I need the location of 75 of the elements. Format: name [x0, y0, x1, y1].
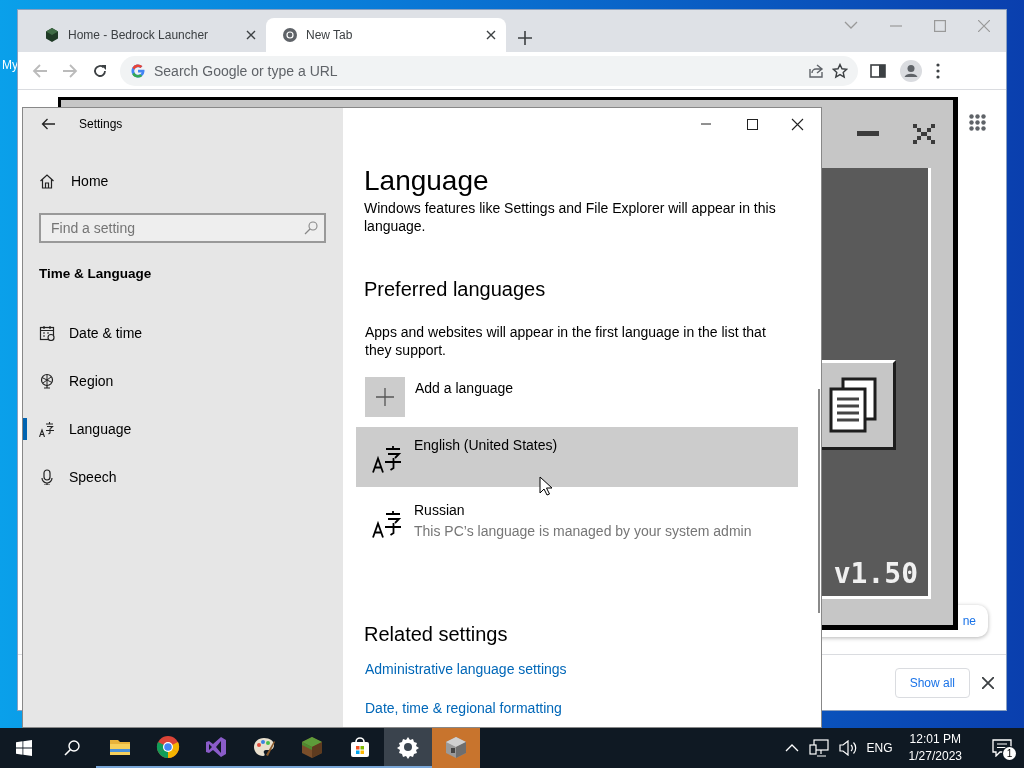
desktop-icon-label: My	[2, 58, 18, 72]
close-icon[interactable]	[913, 124, 935, 144]
search-icon[interactable]	[64, 740, 80, 756]
minimize-icon[interactable]	[857, 131, 879, 137]
language-icon	[372, 445, 402, 473]
browser-tab[interactable]: New Tab	[266, 18, 506, 52]
language-name: English (United States)	[414, 437, 558, 454]
plus-icon	[365, 377, 405, 417]
cube-icon	[44, 27, 60, 43]
close-icon[interactable]	[246, 30, 256, 40]
close-icon[interactable]	[486, 30, 496, 40]
cube-icon	[444, 735, 468, 759]
language-icon	[39, 421, 55, 437]
language-row[interactable]: English (United States)	[356, 427, 798, 487]
language-name: Russian	[414, 502, 466, 519]
add-language-button[interactable]: Add a language	[364, 377, 514, 417]
nav-item[interactable]: Region	[23, 357, 343, 405]
close-icon[interactable]	[982, 676, 994, 689]
notification-icon[interactable]	[992, 739, 1012, 757]
calendar-icon	[39, 325, 55, 341]
reload-icon[interactable]	[92, 62, 108, 79]
clock[interactable]: 12:01 PM 1/27/2023	[908, 731, 962, 765]
nav-item[interactable]: Date & time	[23, 309, 343, 357]
apps-grid-icon[interactable]	[969, 114, 986, 131]
plus-icon[interactable]	[518, 31, 532, 45]
popup-link[interactable]: ne	[962, 614, 976, 628]
gear-icon	[396, 735, 420, 759]
infinity-icon	[204, 735, 228, 759]
section-heading: Time & Language	[39, 265, 153, 283]
documents-icon	[827, 377, 879, 433]
nav-item[interactable]: Language	[23, 405, 343, 453]
home-link[interactable]: Home	[39, 161, 343, 201]
grass-block-icon	[300, 735, 324, 759]
palette-icon	[252, 735, 276, 759]
search-icon	[304, 221, 318, 235]
address-bar[interactable]: Search Google or type a URL	[120, 55, 858, 86]
chrome-icon	[282, 27, 298, 43]
menu-icon[interactable]	[936, 62, 940, 79]
network-icon[interactable]	[808, 739, 829, 757]
show-all-button[interactable]: Show all	[894, 667, 970, 698]
browser-tab[interactable]: Home - Bedrock Launcher	[28, 18, 266, 52]
cursor-icon	[539, 476, 552, 496]
chevron-up-icon[interactable]	[784, 744, 799, 752]
google-icon	[130, 62, 146, 79]
share-icon[interactable]	[808, 62, 824, 79]
microphone-icon	[39, 469, 55, 485]
globe-icon	[39, 373, 55, 389]
page-heading: Language	[364, 164, 489, 198]
search-field[interactable]: Find a setting	[39, 213, 326, 243]
nav-item[interactable]: Speech	[23, 453, 343, 501]
language-row[interactable]: Russian This PC’s language is managed by your system admin	[356, 492, 798, 550]
profile-icon[interactable]	[900, 59, 922, 82]
side-panel-icon[interactable]	[870, 62, 886, 79]
taskbar-app[interactable]	[384, 728, 432, 768]
version-label: v1.50	[833, 557, 918, 590]
language-indicator[interactable]: ENG	[866, 741, 893, 755]
windows-logo-icon[interactable]	[16, 740, 32, 756]
chrome-icon	[156, 735, 180, 759]
shopping-bag-icon	[348, 735, 372, 759]
back-arrow-icon[interactable]	[41, 118, 55, 130]
scrollbar[interactable]	[818, 389, 820, 613]
description-text: Apps and websites will appear in the first language in the list that they support.	[365, 323, 767, 359]
description-text: Windows features like Settings and File Explorer will appear in this language.	[364, 199, 777, 235]
language-note: This PC’s language is managed by your system admin	[414, 523, 752, 540]
language-icon	[372, 510, 402, 538]
section-heading: Preferred languages	[364, 277, 546, 302]
home-icon	[39, 173, 55, 189]
star-icon[interactable]	[832, 62, 848, 79]
section-heading: Related settings	[364, 622, 508, 647]
copy-button[interactable]	[820, 360, 896, 450]
window-title: Settings	[79, 117, 123, 131]
speaker-icon[interactable]	[838, 740, 857, 756]
notification-badge: 1	[1003, 747, 1016, 760]
settings-link[interactable]: Date, time & regional formatting	[365, 699, 562, 717]
settings-link[interactable]: Administrative language settings	[365, 660, 567, 678]
